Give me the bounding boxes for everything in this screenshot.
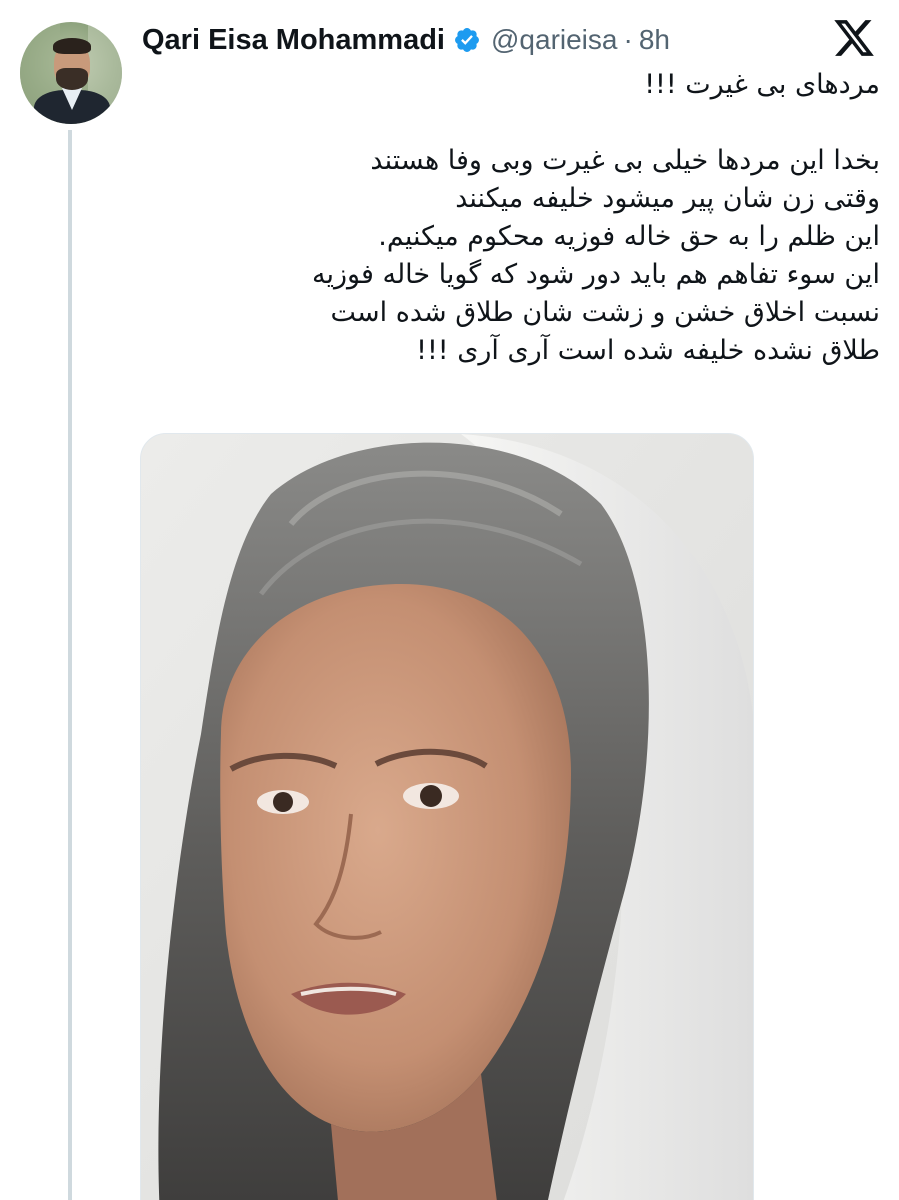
tweet-card[interactable]: Qari Eisa Mohammadi @qarieisa · 8h مردها… [0,0,899,1200]
tweet-line: طلاق نشده خلیفه شده است آری آری !!! [416,335,880,366]
tweet-line: این سوء تفاهم هم باید دور شود که گویا خا… [312,259,880,290]
timestamp[interactable]: 8h [639,24,670,56]
tweet-line: این ظلم را به حق خاله فوزیه محکوم میکنیم… [378,221,880,252]
author-handle[interactable]: @qarieisa [491,24,617,56]
x-logo-icon [832,16,876,60]
separator-dot: · [623,24,633,55]
tweet-line: مردهای بی غیرت !!! [644,69,880,100]
tweet-photo[interactable] [140,433,754,1200]
tweet-line: وقتی زن شان پیر میشود خلیفه میکنند [455,183,880,214]
verified-badge-icon [453,26,481,54]
tweet-line: نسبت اخلاق خشن و زشت شان طلاق شده است [330,297,880,328]
author-name[interactable]: Qari Eisa Mohammadi [142,24,445,57]
avatar[interactable] [20,22,122,124]
tweet-line [150,104,880,142]
thread-line [68,130,72,1200]
tweet-line: بخدا این مردها خیلی بی غیرت وبی وفا هستن… [370,145,880,176]
tweet-header: Qari Eisa Mohammadi @qarieisa · 8h [142,20,670,60]
tweet-text: مردهای بی غیرت !!! بخدا این مردها خیلی ب… [150,66,880,370]
